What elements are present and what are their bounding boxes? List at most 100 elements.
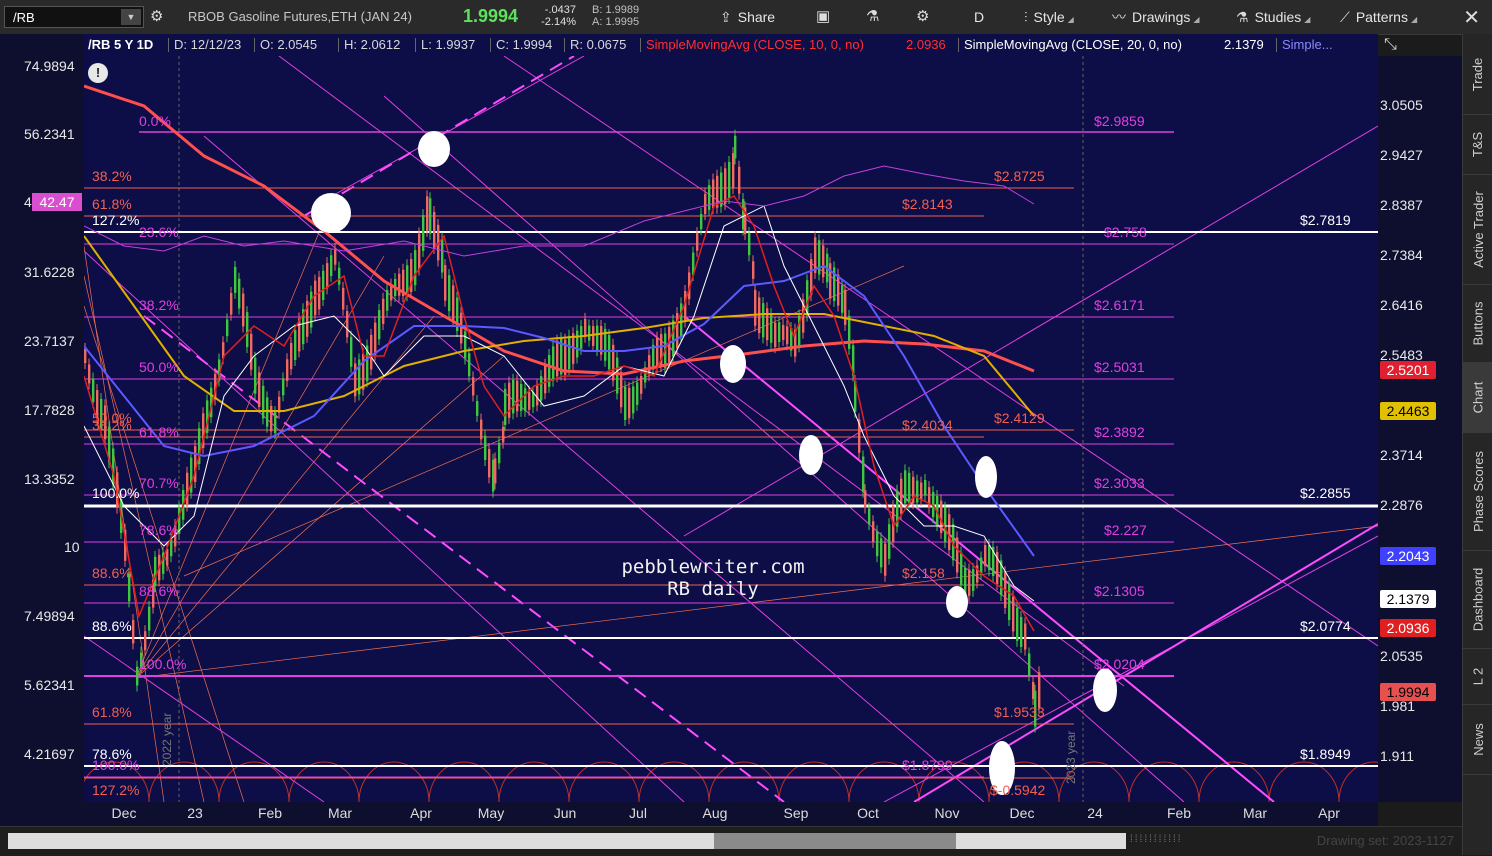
cycle-arc — [1268, 761, 1340, 802]
candle-body — [294, 330, 297, 361]
candle-body — [242, 293, 245, 327]
symbol-settings-icon[interactable]: ⚙ — [150, 7, 163, 27]
watermark-line2: RB daily — [667, 578, 759, 600]
candle-body — [829, 263, 832, 299]
candle-body — [262, 385, 265, 419]
channel-line — [383, 95, 1185, 802]
price-chart[interactable]: 0.0% 38.2% 61.8% 127.2% 23.6% 38.2% 50.0… — [84, 56, 1378, 802]
candle-body — [536, 385, 539, 406]
fib-fan-lines — [84, 195, 1378, 802]
candle-body — [452, 285, 455, 321]
sidebar-tab-news[interactable]: News — [1463, 704, 1492, 775]
candle-body — [528, 391, 531, 410]
price-candles — [84, 129, 1041, 733]
aggregation-button[interactable]: D — [974, 7, 984, 27]
candle-body — [920, 482, 923, 500]
alert-icon[interactable]: ! — [88, 63, 108, 83]
drawings-button[interactable]: 〰 Drawings ◢ — [1112, 7, 1200, 27]
sma20-price-tag: 2.1379 — [1380, 590, 1436, 608]
sidebar-tab-phase-scores[interactable]: Phase Scores — [1463, 432, 1492, 551]
candle-body — [444, 265, 447, 301]
right-axis-label: 2.6416 — [1380, 297, 1423, 313]
fib-label: 100.0% — [92, 757, 140, 773]
candle-body — [738, 166, 741, 194]
chart-scrollbar[interactable]: ⁞⁞⁞⁞⁞⁞⁞⁞⁞⁞⁞ Drawing set: 2023-1127 — [0, 826, 1462, 856]
style-icon: ⫶ — [1024, 9, 1028, 25]
candle-body — [876, 531, 879, 557]
scrollbar-handle[interactable]: ⁞⁞⁞⁞⁞⁞⁞⁞⁞⁞⁞ — [1130, 834, 1183, 845]
info-more-studies[interactable]: Simple... — [1282, 37, 1333, 52]
gear-icon[interactable]: ⚙ — [916, 7, 929, 27]
info-sma20-label[interactable]: SimpleMovingAvg (CLOSE, 20, 0, no) — [964, 37, 1182, 52]
candle-body — [884, 543, 887, 576]
sidebar-tab-active-trader[interactable]: Active Trader — [1463, 174, 1492, 285]
patterns-icon: ⟋ — [1340, 9, 1350, 25]
ask-value: A: 1.9995 — [592, 16, 640, 28]
info-sma10-label[interactable]: SimpleMovingAvg (CLOSE, 10, 0, no) — [646, 37, 864, 52]
sidebar-tab-chart[interactable]: Chart — [1463, 362, 1492, 433]
candle-body — [186, 472, 189, 506]
candle-body — [286, 359, 289, 381]
scrollbar-track[interactable] — [8, 833, 1126, 849]
separator — [564, 38, 565, 52]
candle-body — [848, 315, 851, 349]
year-label: 2022 year — [160, 712, 174, 766]
candle-body — [728, 162, 731, 198]
candle-body — [350, 336, 353, 367]
sidebar-tab-dashboard[interactable]: Dashboard — [1463, 550, 1492, 649]
separator — [168, 38, 169, 52]
highlight-ellipse — [799, 435, 823, 475]
candle-body — [556, 340, 559, 377]
candle-body — [1028, 653, 1031, 676]
candle-body — [386, 290, 389, 311]
channel-lines — [84, 56, 1378, 802]
channel-line — [313, 56, 585, 207]
drawings-chevron-icon: ◢ — [1193, 15, 1200, 24]
candle-body — [378, 310, 381, 340]
highlight-ellipse — [1093, 668, 1117, 712]
cycle-arc — [1338, 761, 1378, 802]
sidebar-tab-label: Phase Scores — [1470, 450, 1486, 532]
candle-body — [640, 376, 643, 394]
sidebar-tab-label: Buttons — [1470, 300, 1486, 346]
sidebar-tab-ts[interactable]: T&S — [1463, 114, 1492, 175]
studies-chevron-icon: ◢ — [1304, 15, 1311, 24]
candle-body — [956, 537, 959, 573]
candle-body — [754, 289, 757, 326]
detach-icon[interactable]: ▣ — [816, 7, 830, 27]
flask-icon[interactable]: ⚗ — [866, 7, 879, 27]
ratio-line — [84, 165, 1035, 257]
left-axis-label: 17.7828 — [24, 402, 75, 418]
time-label: Apr — [410, 805, 432, 821]
scrollbar-thumb[interactable] — [714, 833, 956, 849]
candle-body — [1038, 672, 1041, 708]
share-button[interactable]: ⇪ Share — [720, 7, 775, 27]
separator — [1276, 38, 1277, 52]
candle-body — [632, 386, 635, 414]
left-axis-label: 4.21697 — [24, 746, 75, 762]
close-icon[interactable]: ✕ — [1463, 5, 1480, 30]
sidebar-tab-label: Chart — [1470, 381, 1486, 413]
symbol-input[interactable]: /RB ▼ — [4, 6, 144, 28]
candle-body — [433, 212, 436, 249]
sma10-price-tag: 2.0936 — [1380, 619, 1436, 637]
sma200-price-tag: 2.5201 — [1380, 361, 1436, 379]
candle-body — [680, 303, 683, 337]
patterns-button[interactable]: ⟋ Patterns ◢ — [1340, 7, 1417, 27]
sidebar-tab-trade[interactable]: Trade — [1463, 34, 1492, 115]
candle-body — [734, 135, 737, 159]
info-low: L: 1.9937 — [421, 37, 476, 52]
level-label: $2.6171 — [1094, 297, 1145, 313]
candle-body — [616, 357, 619, 394]
right-axis-label: 2.7384 — [1380, 247, 1423, 263]
right-axis-label: 2.9427 — [1380, 147, 1423, 163]
sidebar-tab-buttons[interactable]: Buttons — [1463, 284, 1492, 363]
sma50-price-tag: 2.2043 — [1380, 547, 1436, 565]
level-label: $1.8949 — [1300, 746, 1351, 762]
collapse-icon[interactable]: ⤡ — [1384, 36, 1397, 54]
level-label: $2.8725 — [994, 168, 1045, 184]
style-button[interactable]: ⫶ Style ◢ — [1024, 7, 1074, 27]
sidebar-tab-l2[interactable]: L 2 — [1463, 648, 1492, 705]
studies-button[interactable]: ⚗ Studies ◢ — [1236, 7, 1310, 27]
symbol-dropdown-icon[interactable]: ▼ — [121, 9, 141, 25]
